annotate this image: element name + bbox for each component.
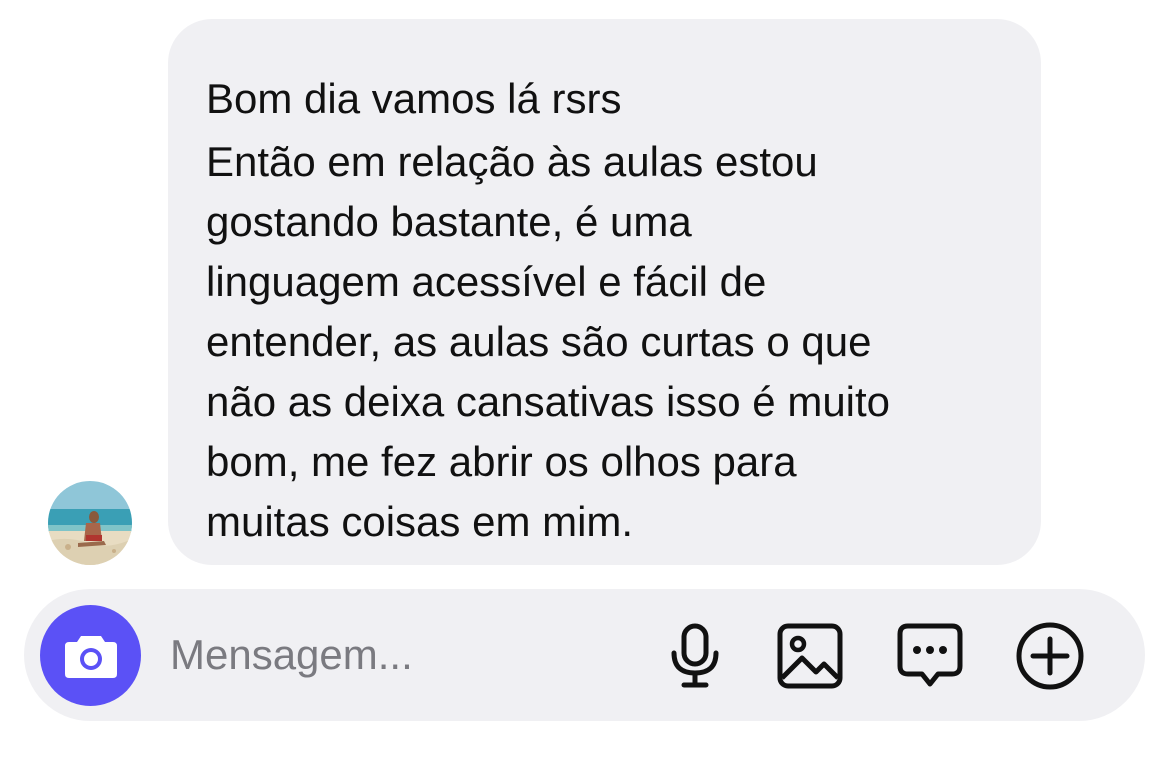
plus-circle-icon xyxy=(1016,622,1084,690)
chat-view: Bom dia vamos lá rsrs Então em relação à… xyxy=(0,0,1170,761)
message-input[interactable]: Mensagem... xyxy=(170,625,413,685)
message-bubble[interactable]: Bom dia vamos lá rsrs Então em relação à… xyxy=(168,19,1041,565)
camera-button[interactable] xyxy=(40,605,141,706)
message-line: não as deixa cansativas isso é muito xyxy=(206,378,891,425)
add-button[interactable] xyxy=(1015,621,1085,691)
sender-avatar[interactable] xyxy=(48,481,132,565)
avatar-beach-photo xyxy=(48,481,132,565)
message-line: bom, me fez abrir os olhos para xyxy=(206,438,797,485)
message-line: gostando bastante, é uma xyxy=(206,198,692,245)
gallery-button[interactable] xyxy=(775,621,845,691)
message-line: muitas coisas em mim. xyxy=(206,498,634,545)
message-line: entender, as aulas são curtas o que xyxy=(206,318,872,365)
message-composer: Mensagem... xyxy=(24,589,1145,721)
image-icon xyxy=(777,623,843,689)
message-line: Então em relação às aulas estou xyxy=(206,138,818,185)
microphone-icon xyxy=(671,623,719,688)
chat-bubble-icon xyxy=(897,623,963,687)
camera-icon xyxy=(64,635,117,678)
microphone-button[interactable] xyxy=(660,621,730,691)
message-line: linguagem acessível e fácil de xyxy=(206,258,767,305)
message-line: Bom dia vamos lá rsrs xyxy=(206,75,622,122)
sticker-button[interactable] xyxy=(895,621,965,691)
